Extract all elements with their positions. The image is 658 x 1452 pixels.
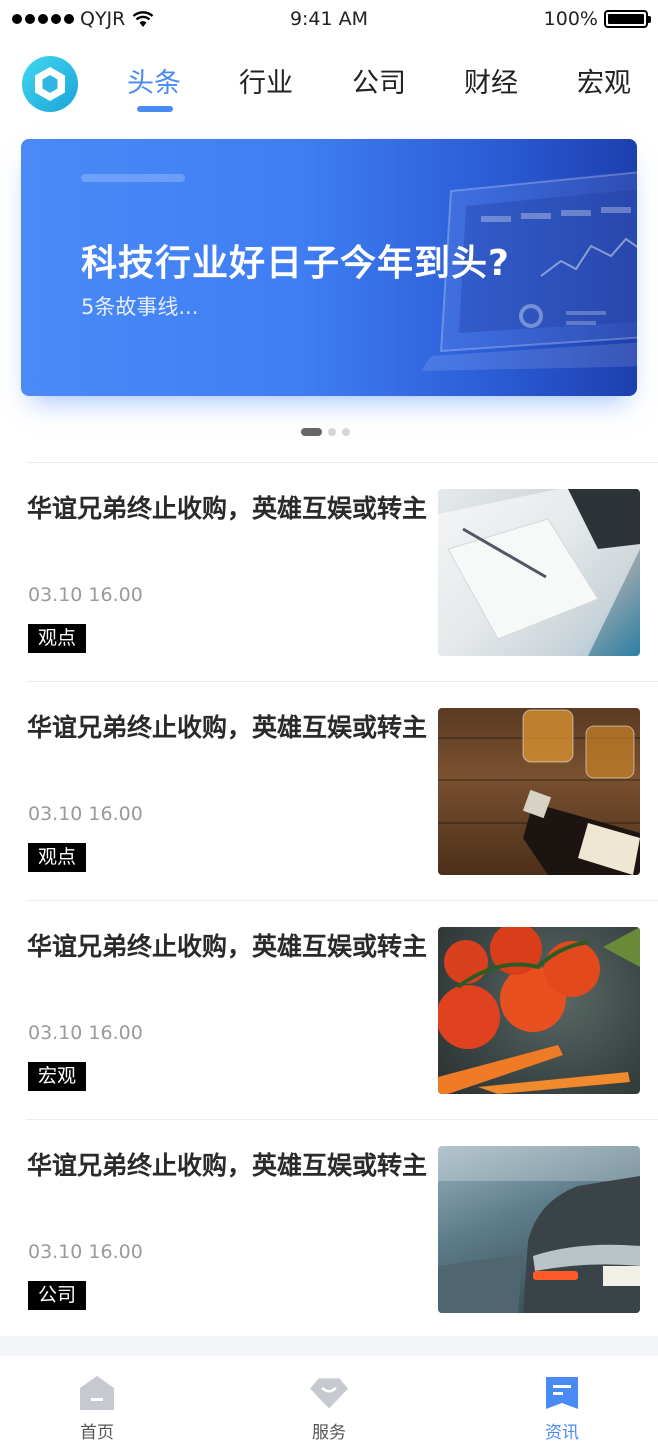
news-title: 华谊兄弟终止收购，英雄互娱或转主 (27, 494, 428, 523)
battery-icon (604, 10, 651, 28)
tabbar-item-service[interactable]: 服务 (289, 1374, 369, 1443)
news-time: 03.10 16.00 (28, 584, 143, 606)
page-dot-1[interactable] (301, 428, 322, 436)
status-right: 100% (543, 8, 651, 30)
news-time: 03.10 16.00 (28, 1241, 143, 1263)
news-time: 03.10 16.00 (28, 1022, 143, 1044)
notebook-pen-photo (438, 489, 640, 656)
app-logo[interactable] (22, 56, 78, 112)
tab-industry[interactable]: 行业 (239, 61, 293, 100)
news-item[interactable]: 华谊兄弟终止收购，英雄互娱或转主 03.10 16.00 公司 (0, 1120, 658, 1338)
banner-decor-bar (81, 174, 185, 182)
bottom-tab-bar: 首页 服务 资讯 (0, 1356, 658, 1452)
tabbar-label: 首页 (80, 1423, 114, 1443)
banner-title: 科技行业好日子今年到头? (81, 243, 510, 284)
tab-finance[interactable]: 财经 (464, 61, 518, 100)
page-dot-2[interactable] (328, 428, 336, 436)
porsche-car-photo (438, 1146, 640, 1313)
page-dot-3[interactable] (342, 428, 350, 436)
tab-headlines[interactable]: 头条 (127, 61, 181, 100)
news-title: 华谊兄弟终止收购，英雄互娱或转主 (27, 1151, 428, 1180)
whisky-glasses-photo (438, 708, 640, 875)
tabbar-label: 资讯 (545, 1423, 579, 1443)
news-tag: 观点 (28, 624, 87, 653)
news-item[interactable]: 华谊兄弟终止收购，英雄互娱或转主 03.10 16.00 宏观 (0, 901, 658, 1119)
diamond-icon (310, 1378, 348, 1409)
news-item[interactable]: 华谊兄弟终止收购，英雄互娱或转主 03.10 16.00 观点 (0, 463, 658, 681)
active-tab-indicator (137, 106, 173, 112)
tabbar-item-home[interactable]: 首页 (57, 1374, 137, 1443)
news-time: 03.10 16.00 (28, 803, 143, 825)
home-icon (80, 1376, 114, 1410)
featured-banner[interactable]: 科技行业好日子今年到头? 5条故事线... (21, 139, 637, 396)
news-tag: 观点 (28, 843, 87, 872)
news-icon (546, 1377, 578, 1409)
news-item[interactable]: 华谊兄弟终止收购，英雄互娱或转主 03.10 16.00 观点 (0, 682, 658, 900)
news-title: 华谊兄弟终止收购，英雄互娱或转主 (27, 932, 428, 961)
news-feed: 华谊兄弟终止收购，英雄互娱或转主 03.10 16.00 观点 华谊兄弟终止收购… (0, 462, 658, 1338)
top-nav: 头条 行业 公司 财经 宏观 (0, 55, 658, 115)
news-title: 华谊兄弟终止收购，英雄互娱或转主 (27, 713, 428, 742)
tab-company[interactable]: 公司 (352, 61, 406, 100)
tabbar-separator (0, 1336, 658, 1356)
news-tag: 公司 (28, 1281, 87, 1310)
tabbar-label: 服务 (312, 1423, 346, 1443)
banner-pagination[interactable] (301, 428, 350, 436)
battery-percent: 100% (543, 8, 598, 30)
status-bar: QYJR 9:41 AM 100% (0, 0, 658, 38)
hexagon-logo-icon (35, 67, 65, 101)
banner-subtitle: 5条故事线... (81, 295, 199, 319)
tabbar-item-news[interactable]: 资讯 (522, 1374, 602, 1443)
tab-macro[interactable]: 宏观 (577, 61, 631, 100)
news-tag: 宏观 (28, 1062, 87, 1091)
tomatoes-carrots-photo (438, 927, 640, 1094)
